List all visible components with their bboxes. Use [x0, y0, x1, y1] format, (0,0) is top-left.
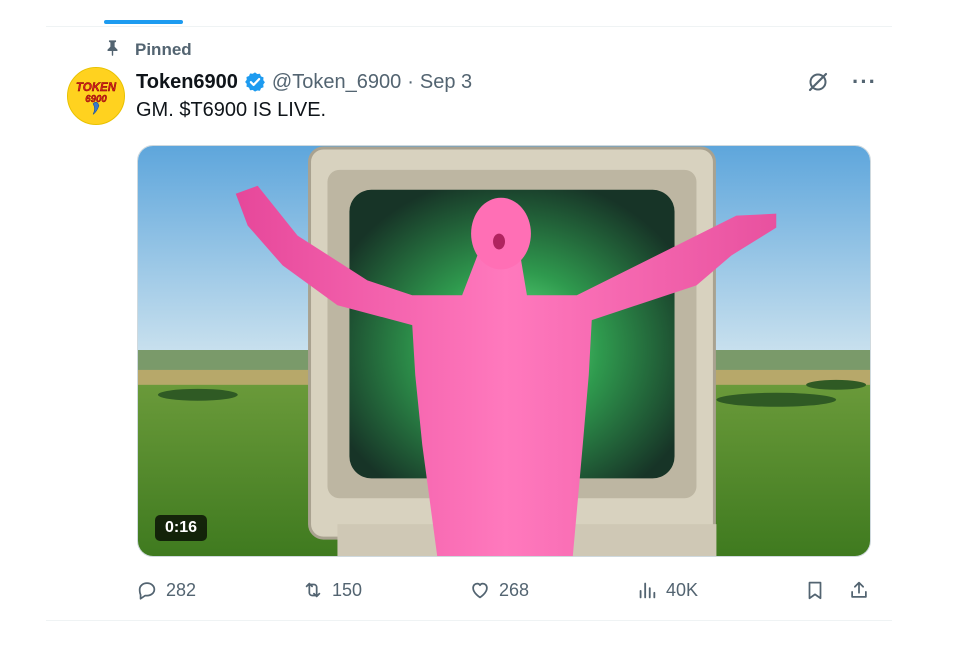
- views-button[interactable]: 40K: [636, 576, 698, 604]
- reply-button[interactable]: 282: [136, 576, 196, 604]
- repost-icon: [302, 579, 324, 601]
- header-actions: ···: [806, 68, 877, 96]
- svg-text:TOKEN: TOKEN: [76, 82, 117, 94]
- like-count: 268: [499, 579, 530, 600]
- verified-badge-icon: [244, 71, 266, 93]
- separator: ·: [407, 70, 414, 93]
- like-button[interactable]: 268: [469, 576, 529, 604]
- divider: [46, 26, 892, 27]
- views-count: 40K: [666, 579, 699, 600]
- bookmark-button[interactable]: [804, 576, 826, 604]
- bookmark-icon: [804, 579, 826, 601]
- tweet-header: Token6900 @Token_6900 · Sep 3: [136, 68, 472, 96]
- views-icon: [636, 579, 658, 601]
- timestamp[interactable]: Sep 3: [420, 71, 472, 94]
- reply-count: 282: [166, 579, 197, 600]
- display-name[interactable]: Token6900: [136, 71, 238, 94]
- tweet-text: GM. $T6900 IS LIVE.: [136, 99, 327, 121]
- tweet-card: Pinned TOKEN 6900 Token6900 @Token_6900 …: [0, 0, 980, 653]
- avatar[interactable]: TOKEN 6900: [67, 67, 125, 125]
- grok-icon[interactable]: [806, 70, 830, 94]
- pinned-label: Pinned: [135, 40, 192, 59]
- video-player[interactable]: 0:16: [137, 145, 871, 557]
- pin-icon: [104, 39, 121, 61]
- video-duration: 0:16: [155, 515, 208, 541]
- divider: [46, 620, 892, 621]
- more-icon[interactable]: ···: [852, 71, 877, 93]
- reply-icon: [136, 579, 158, 601]
- heart-icon: [469, 579, 491, 601]
- repost-button[interactable]: 150: [302, 576, 362, 604]
- video-thumbnail[interactable]: [138, 146, 870, 556]
- share-icon: [848, 579, 870, 601]
- action-bar: 282 150 268 40K: [136, 576, 872, 604]
- share-button[interactable]: [848, 576, 870, 604]
- active-tab-indicator: [104, 20, 183, 24]
- handle[interactable]: @Token_6900: [272, 71, 401, 94]
- repost-count: 150: [332, 579, 363, 600]
- pinned-indicator: Pinned: [104, 39, 192, 61]
